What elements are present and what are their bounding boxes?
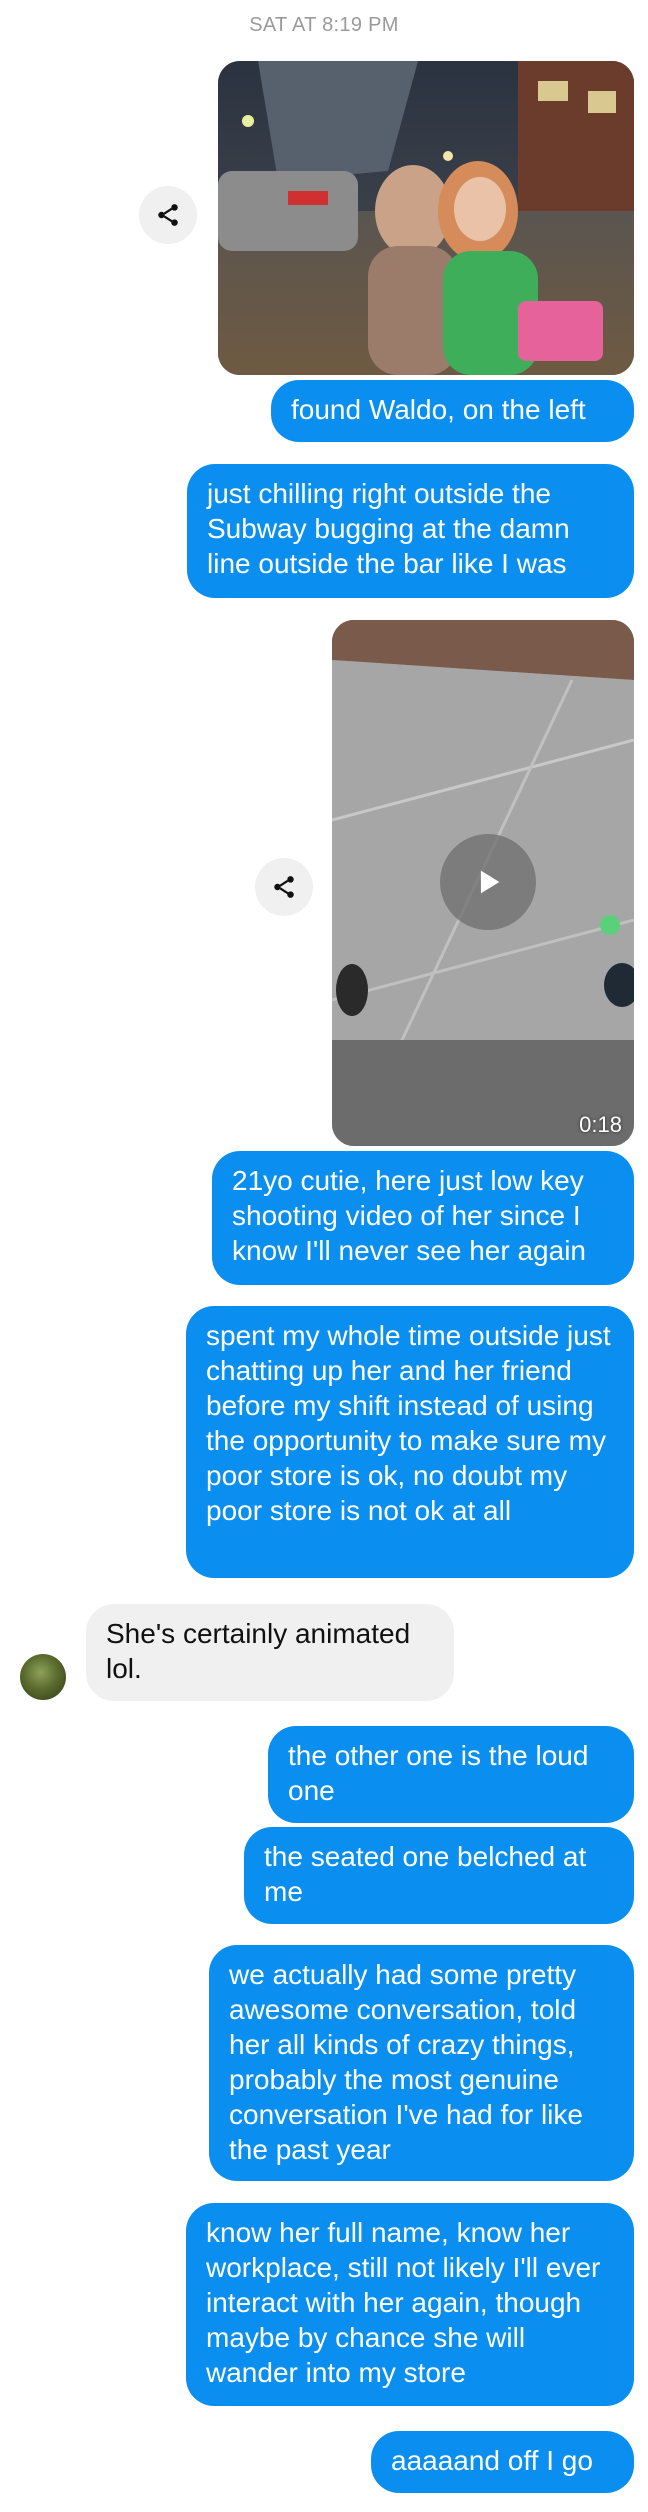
contact-avatar[interactable] [20,1654,66,1700]
share-icon [158,204,178,226]
message-bubble-outgoing: just chilling right outside the Subway b… [187,464,634,598]
play-button[interactable] [440,834,536,930]
share-icon [274,876,294,898]
play-icon [480,870,500,894]
photo-street-scene [218,61,634,375]
message-bubble-outgoing: the seated one belched at me [244,1827,634,1924]
message-bubble-outgoing: we actually had some pretty awesome conv… [209,1945,634,2181]
message-bubble-outgoing: 21yo cutie, here just low key shooting v… [212,1151,634,1285]
message-bubble-incoming: She's certainly animated lol. [86,1604,454,1701]
message-bubble-outgoing: spent my whole time outside just chattin… [186,1306,634,1578]
conversation-timestamp: SAT AT 8:19 PM [249,14,399,36]
video-message[interactable]: 0:18 [332,620,634,1146]
share-video-button[interactable] [255,858,313,916]
shared-photo[interactable] [218,61,634,375]
share-photo-button[interactable] [139,186,197,244]
message-bubble-outgoing: aaaaand off I go [371,2431,634,2493]
message-bubble-outgoing: found Waldo, on the left [271,380,634,442]
message-bubble-outgoing: know her full name, know her workplace, … [186,2203,634,2406]
video-duration: 0:18 [579,1112,622,1137]
message-bubble-outgoing: the other one is the loud one [268,1726,634,1823]
